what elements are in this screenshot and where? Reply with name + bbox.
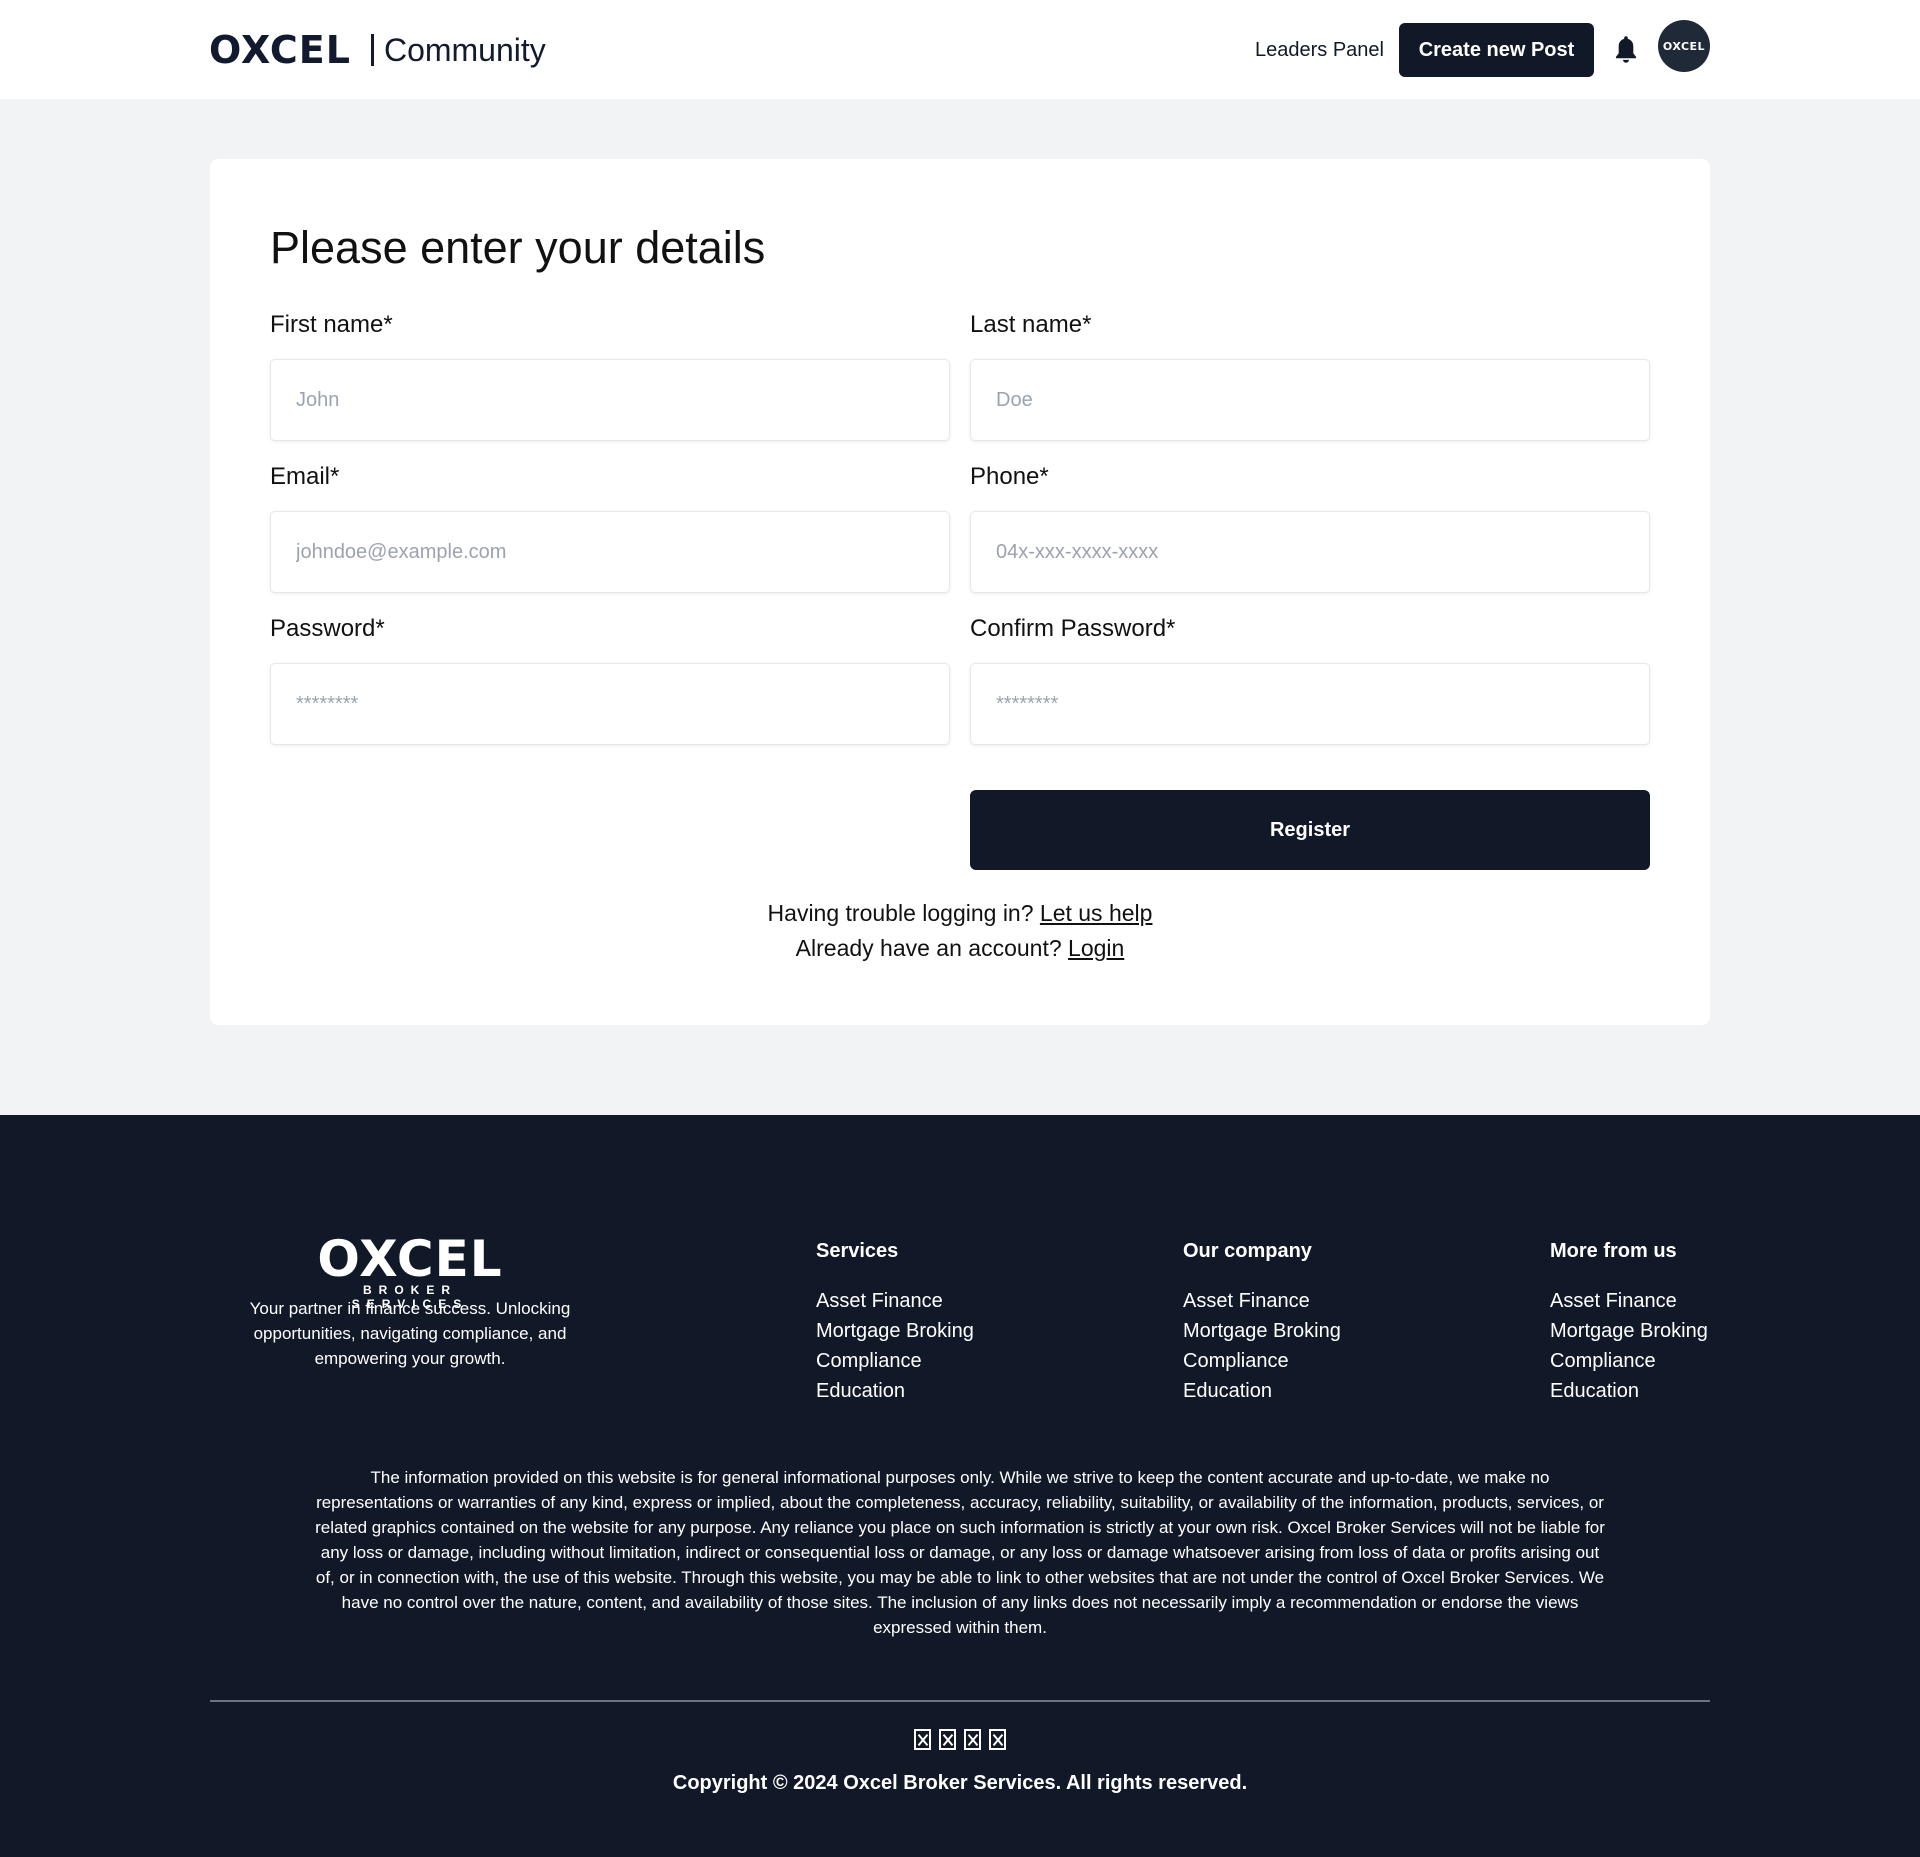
logo-divider [370, 34, 374, 66]
footer-link[interactable]: Compliance [1550, 1346, 1750, 1376]
leaders-panel-link[interactable]: Leaders Panel [1255, 38, 1384, 62]
site-footer: OXCEL BROKER SERVICES Your partner in fi… [0, 1115, 1920, 1857]
last-name-label: Last name* [970, 311, 1092, 338]
first-name-field[interactable] [270, 359, 950, 441]
footer-column-services: Services Asset Finance Mortgage Broking … [816, 1238, 1016, 1406]
footer-link[interactable]: Asset Finance [1183, 1286, 1383, 1316]
footer-link[interactable]: Compliance [816, 1346, 1016, 1376]
first-name-label: First name* [270, 311, 393, 338]
social-icon-3[interactable] [964, 1729, 981, 1750]
footer-link[interactable]: Education [1183, 1376, 1383, 1406]
footer-column-more-from-us: More from us Asset Finance Mortgage Brok… [1550, 1238, 1750, 1406]
email-field[interactable] [270, 511, 950, 593]
let-us-help-link[interactable]: Let us help [1040, 900, 1153, 926]
footer-link[interactable]: Education [816, 1376, 1016, 1406]
footer-link[interactable]: Asset Finance [816, 1286, 1016, 1316]
footer-link[interactable]: Mortgage Broking [1183, 1316, 1383, 1346]
footer-link[interactable]: Asset Finance [1550, 1286, 1750, 1316]
account-line: Already have an account? Login [210, 933, 1710, 963]
confirm-password-field[interactable] [970, 663, 1650, 745]
trouble-text: Having trouble logging in? [767, 900, 1034, 926]
community-label: Community [383, 32, 546, 68]
footer-column-title: More from us [1550, 1240, 1677, 1262]
create-new-post-button[interactable]: Create new Post [1399, 23, 1594, 77]
social-links [0, 1729, 1920, 1750]
page-title: Please enter your details [270, 222, 766, 273]
registration-card: Please enter your details First name* La… [210, 159, 1710, 1025]
footer-column-title: Services [816, 1240, 899, 1262]
account-text: Already have an account? [795, 935, 1062, 961]
password-field[interactable] [270, 663, 950, 745]
confirm-password-label: Confirm Password* [970, 615, 1176, 642]
bell-icon[interactable] [1612, 34, 1640, 66]
logo-wordmark: OXCEL [209, 28, 351, 72]
login-link[interactable]: Login [1068, 935, 1124, 961]
phone-label: Phone* [970, 463, 1049, 490]
copyright-text: Copyright © 2024 Oxcel Broker Services. … [672, 1772, 1248, 1794]
footer-divider [210, 1700, 1710, 1702]
password-label: Password* [270, 615, 385, 642]
social-icon-1[interactable] [914, 1729, 931, 1750]
logo[interactable]: OXCEL Community [209, 30, 546, 70]
footer-link[interactable]: Mortgage Broking [1550, 1316, 1750, 1346]
register-button[interactable]: Register [970, 790, 1650, 870]
email-label: Email* [270, 463, 340, 490]
footer-tagline: Your partner in finance success. Unlocki… [249, 1299, 571, 1368]
site-header: OXCEL Community Leaders Panel Create new… [0, 0, 1920, 99]
avatar-logo: OXCEL [1662, 39, 1706, 53]
trouble-line: Having trouble logging in? Let us help [210, 898, 1710, 928]
footer-logo-wordmark: OXCEL [317, 1230, 503, 1288]
footer-link[interactable]: Compliance [1183, 1346, 1383, 1376]
social-icon-2[interactable] [939, 1729, 956, 1750]
avatar[interactable]: OXCEL [1658, 20, 1710, 72]
footer-link[interactable]: Education [1550, 1376, 1750, 1406]
footer-link[interactable]: Mortgage Broking [816, 1316, 1016, 1346]
phone-field[interactable] [970, 511, 1650, 593]
disclaimer-text: The information provided on this website… [315, 1468, 1605, 1637]
footer-column-title: Our company [1183, 1240, 1312, 1262]
social-icon-4[interactable] [989, 1729, 1006, 1750]
footer-column-our-company: Our company Asset Finance Mortgage Broki… [1183, 1238, 1383, 1406]
last-name-field[interactable] [970, 359, 1650, 441]
